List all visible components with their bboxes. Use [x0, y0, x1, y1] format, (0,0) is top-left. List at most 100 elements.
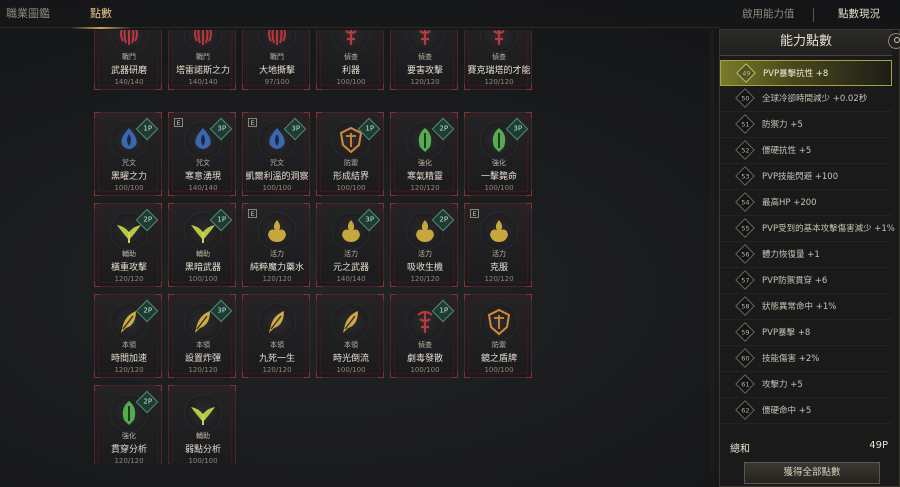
tab-active-stats[interactable]: 啟用能力值	[742, 0, 795, 28]
card-corner	[464, 112, 470, 118]
card-category: 輔助	[122, 250, 136, 258]
points-badge-text: 2P	[439, 124, 449, 133]
tab-class-codex[interactable]: 職業圖鑑	[6, 0, 50, 28]
card-progress: 120/120	[410, 184, 440, 192]
points-list-item[interactable]: 53 PVP技能閃避 +100	[720, 164, 892, 190]
points-list-item[interactable]: 49 PVP暴擊抗性 +8	[720, 60, 892, 86]
card-name: 黑曜之力	[110, 172, 147, 182]
bonus-label: 攻擊力 +5	[762, 380, 803, 390]
level-number: 62	[741, 406, 750, 415]
equipped-marker: E	[248, 209, 257, 218]
ability-card[interactable]: 本領 九死一生 120/120	[242, 294, 310, 378]
ability-card[interactable]: 1P 咒文 黑曜之力 100/100	[94, 112, 162, 196]
card-progress: 120/120	[410, 275, 440, 283]
ability-card[interactable]: 1P 輔助 黑暗武器 100/100	[168, 203, 236, 287]
location-pin-icon[interactable]	[888, 33, 900, 49]
card-progress: 100/100	[336, 78, 366, 86]
level-number: 56	[741, 250, 750, 259]
ability-card[interactable]: 戰鬥 武器研磨 140/140	[94, 30, 162, 90]
level-number: 61	[741, 380, 750, 389]
level-number: 54	[741, 198, 750, 207]
card-corner	[316, 203, 322, 209]
ability-card[interactable]: 1P 偵查 劇毒發散 100/100	[390, 294, 458, 378]
ability-card[interactable]: 戰鬥 塔雷諾斯之力 140/140	[168, 30, 236, 90]
ability-card[interactable]: 輔助 弱點分析 100/100	[168, 385, 236, 464]
flame-vitality-icon	[484, 216, 514, 246]
tab-points-status[interactable]: 點數現況	[838, 0, 880, 28]
card-category: 偵查	[418, 341, 432, 349]
level-number: 60	[741, 354, 750, 363]
card-progress: 100/100	[188, 275, 218, 283]
bonus-label: 僵硬命中 +5	[762, 406, 812, 416]
card-category: 戰鬥	[122, 53, 136, 61]
card-corner	[304, 112, 310, 118]
ability-card[interactable]: 偵查 賽克瑞塔的才能 120/120	[464, 30, 532, 90]
card-name: 寒意湧現	[184, 172, 221, 182]
card-name: 鏡之盾牌	[480, 354, 517, 364]
card-progress: 120/120	[262, 275, 292, 283]
feather-skill-icon	[262, 307, 292, 337]
tab-points[interactable]: 點數	[70, 0, 132, 29]
points-list-item[interactable]: 50 全球冷卻時間減少 +0.02秒	[720, 86, 892, 112]
points-list-item[interactable]: 51 防禦力 +5	[720, 112, 892, 138]
claim-all-points-button[interactable]: 獲得全部點數	[744, 462, 880, 484]
ability-card[interactable]: E 3P 咒文 凱爾利溫的洞察 100/100	[242, 112, 310, 196]
card-corner	[378, 112, 384, 118]
card-name: 黑暗武器	[184, 263, 221, 273]
points-list-item[interactable]: 54 最高HP +200	[720, 190, 892, 216]
ability-card[interactable]: 2P 輔助 橫重攻擊 120/120	[94, 203, 162, 287]
level-diamond: 51	[735, 114, 755, 134]
ability-card[interactable]: 3P 本領 設置炸彈 120/120	[168, 294, 236, 378]
points-list-item[interactable]: 59 PVP暴擊 +8	[720, 320, 892, 346]
points-list-item[interactable]: 52 僵硬抗性 +5	[720, 138, 892, 164]
level-diamond: 60	[735, 348, 755, 368]
total-value: 49P	[869, 440, 888, 451]
points-list-item[interactable]: 55 PVP受到的基本攻擊傷害減少 +1%	[720, 216, 895, 242]
ability-card[interactable]: 偵查 利器 100/100	[316, 30, 384, 90]
ability-card[interactable]: 2P 強化 寒氣精靈 120/120	[390, 112, 458, 196]
ability-card[interactable]: 2P 活力 吸收生機 120/120	[390, 203, 458, 287]
card-name: 大地撕擊	[258, 66, 295, 76]
card-category: 本領	[270, 341, 284, 349]
card-corner	[390, 203, 396, 209]
points-list-item[interactable]: 62 僵硬命中 +5	[720, 398, 892, 424]
points-list-item[interactable]: 56 體力恢復量 +1	[720, 242, 892, 268]
total-label: 總和	[730, 444, 750, 455]
ability-card[interactable]: 2P 強化 貫穿分析 120/120	[94, 385, 162, 464]
points-list-item[interactable]: 58 狀態異常命中 +1%	[720, 294, 892, 320]
points-list-item[interactable]: 57 PVP防禦貫穿 +6	[720, 268, 892, 294]
level-diamond: 52	[735, 140, 755, 160]
card-category: 輔助	[196, 250, 210, 258]
grid-scrollbar[interactable]	[710, 30, 714, 470]
level-diamond: 55	[735, 218, 755, 238]
ability-points-panel: 能力點數 49 PVP暴擊抗性 +8 50 全球冷卻時間減少 +0.02秒 51 防…	[719, 29, 900, 487]
ability-card[interactable]: 2P 本領 時間加速 120/120	[94, 294, 162, 378]
ability-card[interactable]: E 3P 咒文 寒意湧現 140/140	[168, 112, 236, 196]
points-list-item[interactable]: 61 攻擊力 +5	[720, 372, 892, 398]
card-category: 強化	[492, 159, 506, 167]
points-badge-text: 2P	[143, 397, 153, 406]
ability-card[interactable]: 3P 活力 元之武器 140/140	[316, 203, 384, 287]
card-progress: 120/120	[262, 366, 292, 374]
ability-card[interactable]: 戰鬥 大地撕擊 97/100	[242, 30, 310, 90]
card-progress: 140/140	[336, 275, 366, 283]
card-category: 偵查	[418, 53, 432, 61]
card-corner	[230, 385, 236, 391]
card-corner	[230, 112, 236, 118]
card-corner	[316, 112, 322, 118]
card-name: 設置炸彈	[184, 354, 221, 364]
ability-card[interactable]: 3P 強化 一擊斃命 100/100	[464, 112, 532, 196]
card-name: 橫重攻擊	[110, 263, 147, 273]
points-list-item[interactable]: 60 技能傷害 +2%	[720, 346, 892, 372]
ability-card[interactable]: E 活力 純粹魔力藥水 120/120	[242, 203, 310, 287]
ability-card[interactable]: 偵查 要害攻擊 120/120	[390, 30, 458, 90]
level-diamond: 56	[735, 244, 755, 264]
ability-card[interactable]: 1P 防禦 形成結界 100/100	[316, 112, 384, 196]
ability-card[interactable]: 本領 時光倒流 100/100	[316, 294, 384, 378]
ability-card[interactable]: E 活力 克服 120/120	[464, 203, 532, 287]
bonus-label: PVP受到的基本攻擊傷害減少 +1%	[762, 224, 895, 234]
card-corner	[94, 294, 100, 300]
points-badge-text: 1P	[439, 306, 449, 315]
ability-card[interactable]: 防禦 鏡之盾牌 100/100	[464, 294, 532, 378]
card-name: 塔雷諾斯之力	[175, 66, 230, 76]
